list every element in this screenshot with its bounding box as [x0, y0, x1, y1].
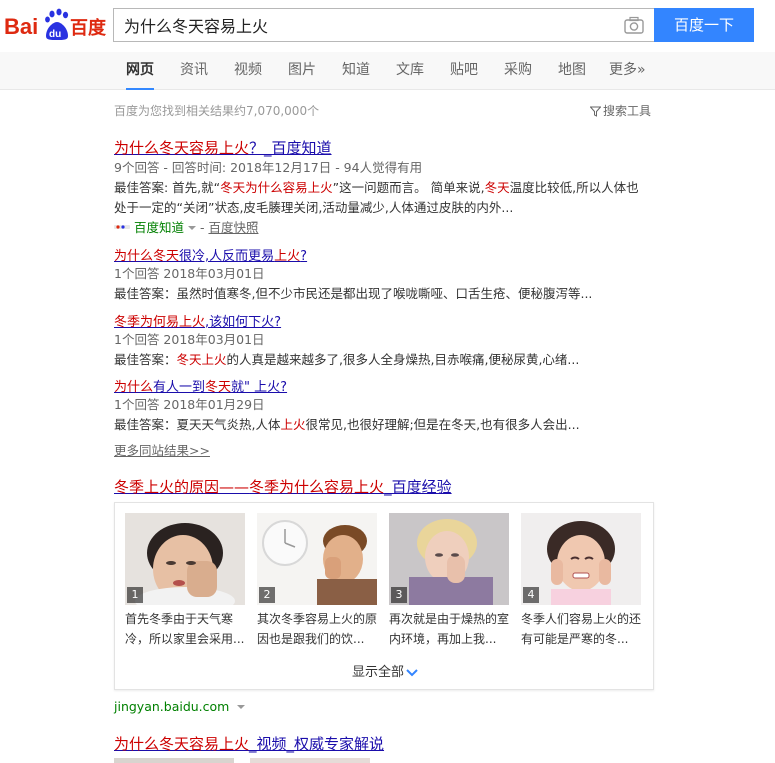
- tab-more[interactable]: 更多»: [609, 52, 646, 90]
- step-thumbnail[interactable]: 2: [257, 513, 377, 605]
- search-tools-label: 搜索工具: [603, 104, 652, 118]
- result-title-video[interactable]: 为什么冬天容易上火_视频_权威专家解说: [114, 733, 384, 754]
- sub-result-info: 1个回答 2018年03月01日: [114, 332, 265, 347]
- search-input[interactable]: [114, 9, 614, 41]
- zhidao-source-name[interactable]: 百度知道: [134, 220, 184, 235]
- vertical-tabs: 网页 资讯 视频 图片 知道 文库 贴吧 采购 地图 更多»: [0, 52, 775, 90]
- tab-tieba[interactable]: 贴吧: [450, 52, 478, 90]
- step-number: 2: [259, 587, 275, 603]
- sub-result-answer: 最佳答案：夏天天气炎热,人体上火很常见,也很好理解;但是在冬天,也有很多人会出.…: [114, 417, 580, 432]
- sub-result-answer: 最佳答案：冬天上火的人真是越来越多了,很多人全身燥热,目赤喉痛,便秘尿黄,心绪.…: [114, 352, 580, 367]
- tab-news[interactable]: 资讯: [180, 52, 208, 90]
- search-tools-button[interactable]: 搜索工具: [589, 102, 652, 119]
- show-all-button[interactable]: 显示全部: [115, 661, 655, 680]
- chevron-down-icon: [406, 669, 418, 677]
- svg-text:Bai: Bai: [4, 14, 38, 39]
- more-same-site-link[interactable]: 更多同站结果>>: [114, 440, 210, 459]
- step-caption[interactable]: 其次冬季容易上火的原因也是跟我们的饮...: [257, 609, 383, 649]
- thumbnail-image: [389, 513, 509, 605]
- svg-text:du: du: [49, 29, 61, 40]
- tab-wenku[interactable]: 文库: [396, 52, 424, 90]
- dropdown-arrow-icon[interactable]: [187, 225, 196, 231]
- baidu-logo[interactable]: Bai du 百度: [4, 6, 108, 42]
- sub-result-title[interactable]: 冬季为何易上火,该如何下火?: [114, 311, 281, 330]
- step-number: 4: [523, 587, 539, 603]
- step-thumbnail[interactable]: 4: [521, 513, 641, 605]
- thumbnail-image: [521, 513, 641, 605]
- search-box: [113, 8, 654, 42]
- result-title-zhidao[interactable]: 为什么冬天容易上火？_百度知道: [114, 137, 332, 158]
- tab-purchase[interactable]: 采购: [504, 52, 532, 90]
- camera-icon[interactable]: [624, 16, 644, 34]
- tab-video[interactable]: 视频: [234, 52, 262, 90]
- search-button[interactable]: 百度一下: [654, 8, 754, 42]
- video-thumbnail[interactable]: [250, 758, 370, 763]
- zhidao-answer-line2: 处于一定的“关闭”状态,皮毛腠理关闭,活动量减少,人体通过皮肤的内外...: [114, 200, 514, 215]
- sub-result-info: 1个回答 2018年01月29日: [114, 397, 265, 412]
- snapshot-link[interactable]: 百度快照: [208, 220, 258, 235]
- result-count: 百度为您找到相关结果约7,070,000个: [114, 104, 320, 118]
- show-all-label: 显示全部: [351, 665, 404, 680]
- jingyan-image-card: 1 首先冬季由于天气寒冷，所以家里会采用... 2 其次冬季容易上火的原因也是跟…: [114, 502, 654, 690]
- step-number: 3: [391, 587, 407, 603]
- tab-images[interactable]: 图片: [288, 52, 316, 90]
- thumbnail-image: [257, 513, 377, 605]
- step-caption[interactable]: 再次就是由于燥热的室内环境，再加上我...: [389, 609, 515, 649]
- tab-web[interactable]: 网页: [126, 52, 154, 90]
- zhidao-source-icon: [114, 225, 130, 229]
- tab-map[interactable]: 地图: [558, 52, 586, 90]
- filter-icon: [589, 106, 602, 117]
- sub-result-title[interactable]: 为什么冬天很冷,人反而更易上火?: [114, 245, 307, 264]
- zhidao-info: 9个回答 - 回答时间: 2018年12月17日 - 94人觉得有用: [114, 160, 423, 175]
- zhidao-answer: 最佳答案: 首先,就“冬天为什么容易上火”这一问题而言。 简单来说,冬天温度比较…: [114, 180, 639, 195]
- step-caption[interactable]: 冬季人们容易上火的还有可能是严寒的冬...: [521, 609, 647, 649]
- dropdown-arrow-icon[interactable]: [237, 704, 246, 710]
- jingyan-domain: jingyan.baidu.com: [114, 697, 246, 717]
- svg-text:百度: 百度: [70, 17, 107, 39]
- tab-zhidao[interactable]: 知道: [342, 52, 370, 90]
- step-thumbnail[interactable]: 3: [389, 513, 509, 605]
- sub-result-info: 1个回答 2018年03月01日: [114, 266, 265, 281]
- zhidao-source: 百度知道 - 百度快照: [114, 218, 258, 238]
- sub-result-title[interactable]: 为什么有人一到冬天就" 上火?: [114, 376, 287, 395]
- header: Bai du 百度 百度一下: [0, 0, 775, 52]
- thumbnail-image: [125, 513, 245, 605]
- step-caption[interactable]: 首先冬季由于天气寒冷，所以家里会采用...: [125, 609, 251, 649]
- step-thumbnail[interactable]: 1: [125, 513, 245, 605]
- video-thumbnail[interactable]: [114, 758, 234, 763]
- domain-url[interactable]: jingyan.baidu.com: [114, 699, 229, 714]
- result-title-jingyan[interactable]: 冬季上火的原因——冬季为什么容易上火_百度经验: [114, 476, 452, 497]
- step-number: 1: [127, 587, 143, 603]
- sub-result-answer: 最佳答案：虽然时值寒冬,但不少市民还是都出现了喉咙嘶哑、口舌生疮、便秘腹泻等..…: [114, 286, 593, 301]
